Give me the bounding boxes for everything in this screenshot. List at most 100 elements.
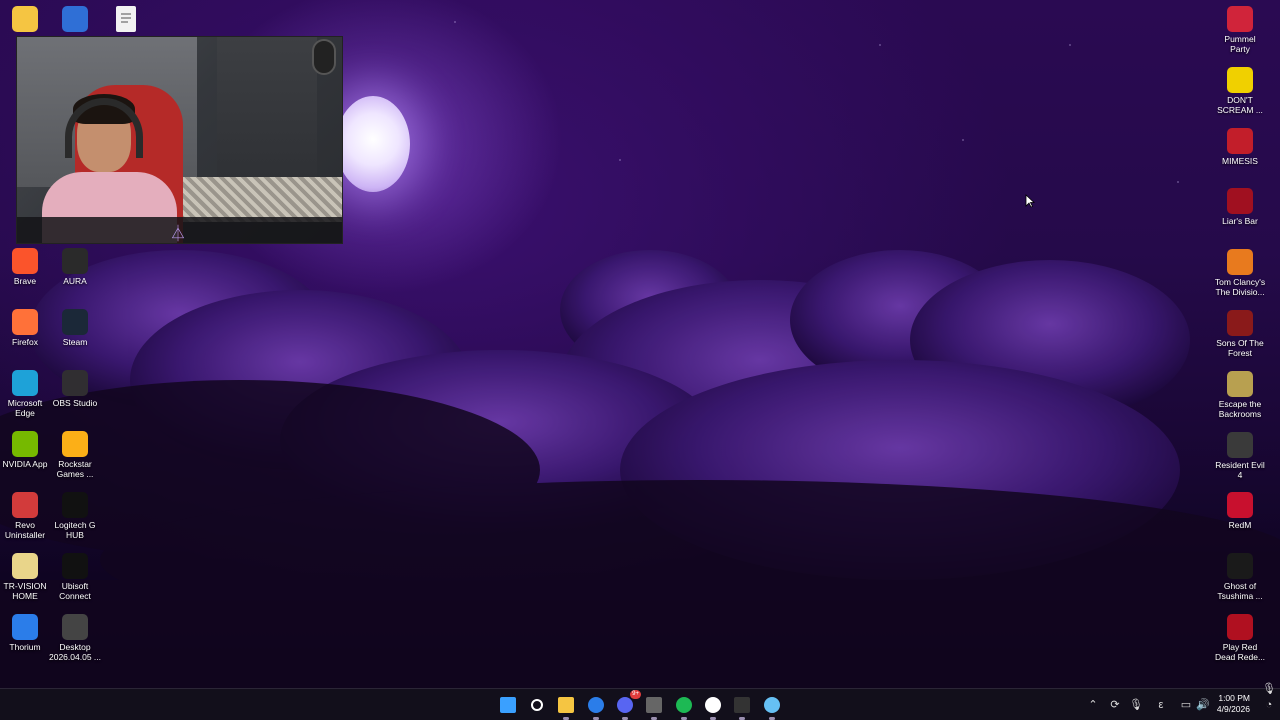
desktop-icon-re4[interactable]: Resident Evil 4	[1214, 431, 1266, 480]
desktop-icon-label: Logitech G HUB	[54, 520, 96, 540]
search-icon	[531, 699, 543, 711]
desktop-icon-folder[interactable]	[0, 6, 51, 34]
discord-icon	[617, 697, 633, 713]
rdr-icon	[1227, 614, 1253, 640]
desktop-icon-label: Escape the Backrooms	[1218, 398, 1262, 419]
desktop-icon-label: Revo Uninstaller	[4, 520, 46, 540]
desktop-icon-label: Brave	[13, 276, 37, 286]
desktop-icon-sons-forest[interactable]: Sons Of The Forest	[1214, 310, 1266, 358]
taskbar-thorium-button[interactable]	[584, 693, 608, 720]
desktop-icon-liars-bar[interactable]: Liar's Bar	[1214, 188, 1266, 226]
video-file-icon	[62, 614, 88, 640]
desktop-icon-aura[interactable]: AURA	[49, 248, 101, 286]
desktop-icon-label: RedM	[1228, 520, 1252, 531]
desktop-icon-label: Resident Evil 4	[1215, 459, 1265, 480]
desktop-icon-division[interactable]: Tom Clancy's The Divisio...	[1214, 249, 1266, 297]
desktop-icon-label: Microsoft Edge	[7, 398, 43, 418]
taskbar-clock[interactable]: 1:00 PM 4/9/2026	[1204, 693, 1250, 715]
taskbar-steam-button[interactable]	[760, 693, 784, 720]
desktop-icon-rockstar[interactable]: Rockstar Games ...	[49, 431, 101, 479]
desktop-icon-brave[interactable]: Brave	[0, 248, 51, 286]
firefox-icon	[12, 309, 38, 335]
desktop-icon-label: Pummel Party	[1224, 34, 1256, 54]
desktop-icon-label: Firefox	[12, 337, 38, 347]
desktop-icon-thorium[interactable]: Thorium	[0, 614, 51, 652]
folder-icon	[12, 6, 38, 32]
moon	[336, 96, 410, 192]
desktop-icon-label: DON'T SCREAM ...	[1217, 94, 1263, 115]
taskbar-file-explorer-button[interactable]	[554, 693, 578, 720]
language-indicator[interactable]: ε	[1154, 698, 1168, 712]
desktop-icon-nvidia[interactable]: NVIDIA App	[0, 431, 51, 469]
discord-badge: 9+	[630, 690, 641, 699]
desktop-icon-edge[interactable]: Microsoft Edge	[0, 370, 51, 418]
desktop-icon-label: NVIDIA App	[2, 459, 48, 469]
desktop-icon-logitech[interactable]: Logitech G HUB	[49, 492, 101, 540]
aura-icon	[62, 248, 88, 274]
backrooms-icon	[1227, 370, 1253, 397]
desktop-icon-label: Liar's Bar	[1222, 216, 1258, 227]
desktop-icon-trvision[interactable]: TR-VISION HOME	[0, 553, 51, 601]
taskbar-app-button[interactable]	[642, 693, 666, 720]
desktop-icon-obs[interactable]: OBS Studio	[49, 370, 101, 408]
desktop-icon-backrooms[interactable]: Escape the Backrooms	[1214, 370, 1266, 419]
notification-bell-icon[interactable]: ◔	[1262, 698, 1276, 712]
thorium-icon	[588, 697, 604, 713]
redm-icon	[1227, 492, 1253, 519]
brave-icon	[12, 248, 38, 274]
desktop-icon-steam[interactable]: Steam	[49, 309, 101, 347]
sync-icon[interactable]: ⟳	[1108, 698, 1122, 712]
folder-icon	[558, 697, 574, 713]
desktop-icon-rdr[interactable]: Play Red Dead Rede...	[1214, 614, 1266, 662]
desktop-icon-label: AURA	[63, 276, 87, 286]
ubisoft-icon	[62, 553, 88, 579]
steam-icon	[764, 697, 780, 713]
windows-start-icon	[500, 697, 516, 713]
microphone-icon[interactable]: 🎙	[1129, 698, 1143, 712]
webcam-overlay: ⏃	[16, 36, 343, 244]
desktop-icon-settings-app[interactable]	[49, 6, 101, 34]
mimesis-icon	[1227, 127, 1253, 154]
mic-active-indicator-icon: 🎙	[1262, 683, 1276, 695]
app-x-icon	[646, 697, 662, 713]
edge-icon	[12, 370, 38, 396]
rockstar-icon	[62, 431, 88, 457]
desktop-icon-label: Steam	[62, 337, 88, 347]
desktop-icon-pummel-party[interactable]: Pummel Party	[1214, 6, 1266, 54]
desktop-icon-firefox[interactable]: Firefox	[0, 309, 51, 347]
network-icon[interactable]: ▭	[1179, 698, 1193, 712]
desktop-icon-dont-scream[interactable]: DON'T SCREAM ...	[1214, 66, 1266, 115]
desktop-icon-label: Tom Clancy's The Divisio...	[1214, 277, 1266, 298]
taskbar-start-button[interactable]	[496, 693, 520, 717]
desktop-icon-ubisoft[interactable]: Ubisoft Connect	[49, 553, 101, 601]
liars-bar-icon	[1227, 188, 1253, 215]
taskbar-terminal-button[interactable]	[730, 693, 754, 720]
desktop-icon-redm[interactable]: RedM	[1214, 492, 1266, 530]
desktop-icon-label: Rockstar Games ...	[56, 459, 94, 479]
dont-scream-icon	[1227, 66, 1253, 93]
desktop-icon-label: Play Red Dead Rede...	[1214, 642, 1266, 662]
settings-app-icon	[62, 6, 88, 32]
steam-icon	[62, 309, 88, 335]
taskbar-spotify-button[interactable]	[672, 693, 696, 720]
thorium-icon	[12, 614, 38, 640]
desktop-icon-revo[interactable]: Revo Uninstaller	[0, 492, 51, 540]
taskbar-search-button[interactable]	[525, 693, 549, 717]
desktop-icon-label: Desktop 2026.04.05 ...	[49, 642, 101, 662]
taskbar: 9+ ⌃ ⟳ 🎙 ε ▭ 🔊 1:00 PM 4/9/2026 ◔	[0, 688, 1280, 720]
desktop-icon-label: Sons Of The Forest	[1216, 338, 1264, 358]
taskbar-discord-button[interactable]: 9+	[613, 690, 641, 720]
desktop-icon-document[interactable]	[100, 6, 152, 34]
revo-icon	[12, 492, 38, 518]
obs-icon	[62, 370, 88, 396]
microphone	[312, 39, 336, 75]
desktop-icon-ghost-tsushima[interactable]: Ghost of Tsushima ...	[1214, 553, 1266, 601]
sons-forest-icon	[1227, 310, 1253, 336]
obs-icon	[705, 697, 721, 713]
chevron-up-icon[interactable]: ⌃	[1086, 698, 1100, 712]
mouse-cursor	[1025, 194, 1035, 208]
spotify-icon	[676, 697, 692, 713]
desktop-icon-video-file[interactable]: Desktop 2026.04.05 ...	[49, 614, 101, 662]
desktop-icon-mimesis[interactable]: MIMESIS	[1214, 127, 1266, 166]
taskbar-obs-button[interactable]	[701, 693, 725, 720]
